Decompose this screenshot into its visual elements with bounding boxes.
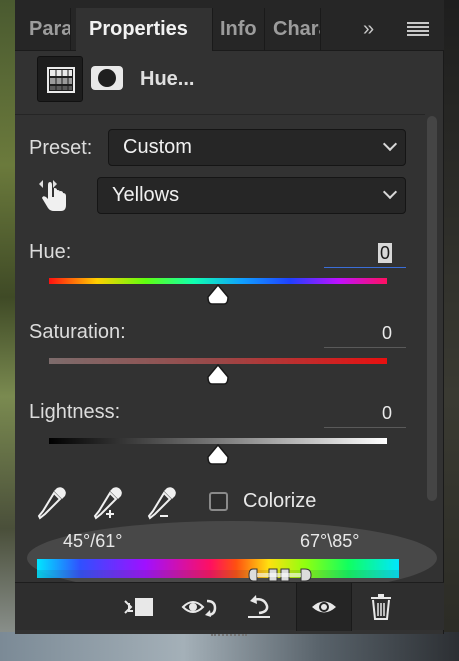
range-right-value: 67°\85°	[300, 531, 360, 551]
saturation-value-field[interactable]: 0	[324, 320, 406, 348]
saturation-slider-thumb[interactable]	[206, 364, 230, 386]
tab-paragraph[interactable]: Paragraph	[15, 8, 71, 51]
resize-grip[interactable]	[211, 634, 247, 638]
chevron-down-icon	[382, 184, 398, 200]
channel-dropdown[interactable]: Yellows	[97, 177, 406, 214]
source-hue-bar	[37, 559, 399, 570]
bottom-toolbar	[15, 582, 444, 631]
colorize-checkbox[interactable]	[209, 492, 228, 511]
hue-slider-thumb[interactable]	[206, 284, 230, 306]
hue-value-field[interactable]: 0	[324, 240, 406, 268]
lightness-value-field[interactable]: 0	[324, 400, 406, 428]
subtract-from-sample-eyedropper-icon[interactable]	[147, 486, 177, 522]
tab-bar: Paragraph Properties Info Character »	[15, 0, 444, 51]
adjustment-title: Hue...	[140, 68, 195, 90]
lightness-value: 0	[381, 403, 392, 423]
properties-panel: Paragraph Properties Info Character » Hu…	[15, 0, 444, 636]
hue-value: 0	[377, 243, 392, 263]
adjusted-hue-bar	[37, 570, 399, 578]
colorize-label: Colorize	[243, 490, 317, 512]
lightness-slider-thumb[interactable]	[206, 444, 230, 466]
panel-menu-icon[interactable]	[407, 10, 433, 48]
view-previous-state-icon[interactable]	[179, 583, 223, 631]
preset-dropdown[interactable]: Custom	[108, 129, 406, 166]
toggle-visibility-icon[interactable]	[296, 583, 352, 631]
range-left-value: 45°/61°	[63, 531, 123, 551]
background-image-left	[0, 0, 16, 661]
tab-overflow-icon[interactable]: »	[363, 10, 389, 48]
delete-layer-icon[interactable]	[359, 583, 403, 631]
saturation-value: 0	[381, 323, 392, 343]
tab-properties[interactable]: Properties	[76, 8, 213, 51]
layer-mask-icon[interactable]	[91, 66, 123, 90]
background-image-right	[443, 0, 459, 661]
chevron-down-icon	[382, 136, 398, 152]
hue-saturation-adjustment-icon[interactable]	[37, 56, 83, 102]
channel-value: Yellows	[112, 184, 180, 206]
targeted-adjustment-hand-icon[interactable]	[37, 177, 71, 213]
tab-info[interactable]: Info	[213, 8, 265, 51]
eyedropper-icon[interactable]	[37, 486, 67, 522]
lightness-label: Lightness:	[29, 401, 121, 423]
scrollbar[interactable]	[427, 116, 437, 501]
reset-to-defaults-icon[interactable]	[237, 583, 281, 631]
preset-label: Preset:	[29, 137, 93, 159]
clip-to-layer-icon[interactable]	[117, 583, 161, 631]
hue-range-handles[interactable]	[247, 567, 315, 583]
preset-value: Custom	[123, 136, 192, 158]
header-divider	[15, 114, 425, 115]
saturation-label: Saturation:	[29, 321, 126, 343]
add-to-sample-eyedropper-icon[interactable]	[93, 486, 123, 522]
hue-label: Hue:	[29, 241, 72, 263]
tab-character[interactable]: Character	[265, 8, 321, 51]
